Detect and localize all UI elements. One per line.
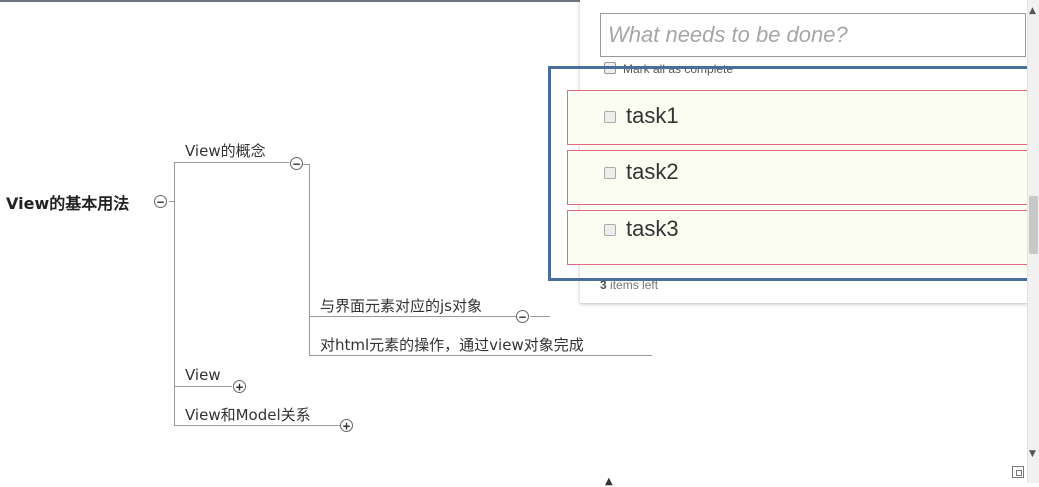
js-object-collapse-toggle[interactable]: − — [516, 310, 529, 323]
view-concept-collapse-toggle[interactable]: − — [290, 157, 303, 170]
caret-icon: ▲ — [605, 476, 613, 487]
resize-corner-icon[interactable] — [1012, 466, 1024, 478]
branch-view[interactable]: View — [185, 366, 221, 384]
new-todo-input[interactable] — [600, 13, 1026, 57]
items-left-counter: 3 items left — [600, 278, 658, 292]
branch-view-concept[interactable]: View的概念 — [185, 140, 266, 161]
scrollbar-thumb[interactable] — [1029, 196, 1038, 254]
branch-view-model-relation[interactable]: View和Model关系 — [185, 404, 311, 425]
node-html-operation[interactable]: 对html元素的操作，通过view对象完成 — [320, 334, 584, 355]
items-left-count: 3 — [600, 278, 607, 292]
root-collapse-toggle[interactable]: − — [154, 195, 167, 208]
scroll-up-arrow-icon[interactable]: ▲ — [1029, 6, 1036, 16]
view-expand-toggle[interactable]: + — [233, 380, 246, 393]
view-model-expand-toggle[interactable]: + — [340, 419, 353, 432]
items-left-text: items left — [610, 278, 659, 292]
node-js-object[interactable]: 与界面元素对应的js对象 — [320, 295, 482, 316]
list-selection-frame — [548, 66, 1030, 281]
mindmap-root-node[interactable]: View的基本用法 — [6, 190, 129, 214]
scroll-down-arrow-icon[interactable]: ▼ — [1029, 449, 1036, 459]
